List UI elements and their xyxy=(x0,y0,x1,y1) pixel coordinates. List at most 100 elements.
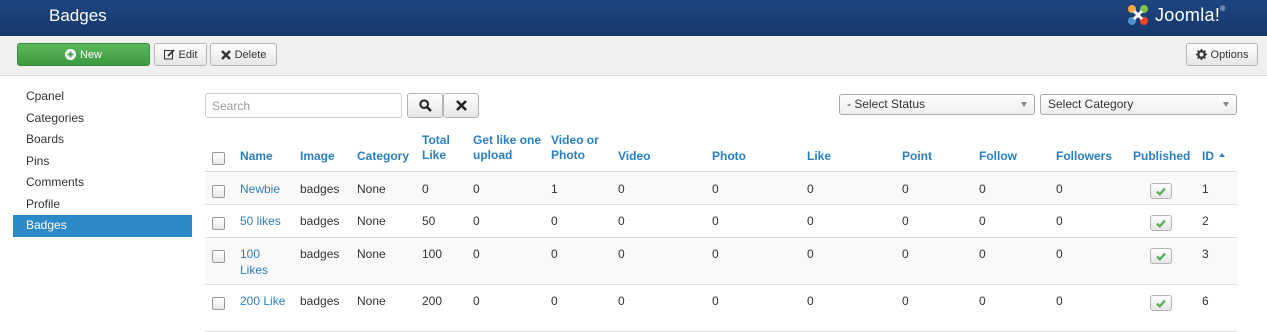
cell-video-or-photo: 0 xyxy=(551,247,558,261)
logo-text: Joomla! xyxy=(1155,4,1221,25)
column-header-get-like-one-upload[interactable]: Get like one upload xyxy=(473,133,545,163)
cell-total-like: 0 xyxy=(422,182,429,196)
pencil-square-icon xyxy=(163,49,175,60)
column-header-label: Followers xyxy=(1056,149,1113,163)
column-header-label: Like xyxy=(807,149,832,163)
cell-like: 0 xyxy=(807,247,814,261)
column-header-category[interactable]: Category xyxy=(357,149,419,164)
cell-follow: 0 xyxy=(979,182,986,196)
new-button[interactable]: New xyxy=(17,43,150,66)
column-header-total-like[interactable]: Total Like xyxy=(422,133,462,163)
published-toggle-button[interactable] xyxy=(1150,295,1172,311)
column-header-name[interactable]: Name xyxy=(240,149,273,164)
badge-name-link[interactable]: 50 likes xyxy=(240,213,290,229)
cell-video-or-photo: 0 xyxy=(551,294,558,308)
x-icon xyxy=(455,100,467,111)
edit-button-label: Edit xyxy=(178,48,198,61)
delete-button[interactable]: Delete xyxy=(210,43,277,66)
column-header-id[interactable]: ID xyxy=(1202,149,1225,164)
column-header-label: Category xyxy=(357,149,410,163)
search-input[interactable] xyxy=(205,93,402,118)
published-toggle-button[interactable] xyxy=(1150,248,1172,264)
column-header-published[interactable]: Published xyxy=(1133,149,1190,164)
cell-get-like-one-upload: 0 xyxy=(473,247,480,261)
column-header-point[interactable]: Point xyxy=(902,149,932,164)
cell-get-like-one-upload: 0 xyxy=(473,182,480,196)
cell-photo: 0 xyxy=(712,294,719,308)
options-button[interactable]: Options xyxy=(1186,43,1258,66)
select-all-checkbox[interactable] xyxy=(212,152,225,165)
cell-total-like: 200 xyxy=(422,294,443,308)
table-header: Name Image Category Total Like Get like one … xyxy=(205,130,1237,172)
row-checkbox[interactable] xyxy=(212,185,225,198)
new-button-label: New xyxy=(79,48,102,61)
table-row: 200 Like badges None 200 0 0 0 0 0 0 0 0 6 xyxy=(205,285,1237,332)
row-checkbox[interactable] xyxy=(212,297,225,310)
cell-like: 0 xyxy=(807,182,814,196)
cell-get-like-one-upload: 0 xyxy=(473,294,480,308)
x-icon xyxy=(220,49,231,60)
cell-total-like: 100 xyxy=(422,247,443,261)
column-header-photo[interactable]: Photo xyxy=(712,149,746,164)
sidebar-item-badges[interactable]: Badges xyxy=(13,215,192,237)
cell-followers: 0 xyxy=(1056,182,1063,196)
cell-point: 0 xyxy=(902,182,909,196)
clear-search-button[interactable] xyxy=(443,93,479,118)
badge-name-link[interactable]: 100 Likes xyxy=(240,246,290,278)
column-header-label: ID xyxy=(1202,149,1214,163)
column-header-image[interactable]: Image xyxy=(300,149,335,164)
cell-photo: 0 xyxy=(712,182,719,196)
joomla-logo-icon xyxy=(1128,5,1148,25)
column-header-video[interactable]: Video xyxy=(618,149,650,164)
column-header-follow[interactable]: Follow xyxy=(979,149,1017,164)
cell-total-like: 50 xyxy=(422,214,436,228)
cell-id: 1 xyxy=(1202,182,1209,196)
column-header-label: Published xyxy=(1133,149,1191,163)
category-filter-select[interactable]: Select Category xyxy=(1040,94,1237,115)
cell-photo: 0 xyxy=(712,214,719,228)
cell-image: badges xyxy=(300,182,340,196)
sidebar: Cpanel Categories Boards Pins Comments Profil… xyxy=(13,86,192,237)
sidebar-item-profile[interactable]: Profile xyxy=(13,194,192,216)
published-toggle-button[interactable] xyxy=(1150,215,1172,231)
table-row: 50 likes badges None 50 0 0 0 0 0 0 0 0 2 xyxy=(205,205,1237,238)
app-header: Badges Joomla! ® xyxy=(0,0,1267,36)
cell-video: 0 xyxy=(618,294,625,308)
cell-photo: 0 xyxy=(712,247,719,261)
cell-video-or-photo: 1 xyxy=(551,182,558,196)
gear-icon xyxy=(1195,49,1207,60)
row-checkbox[interactable] xyxy=(212,217,225,230)
sidebar-item-categories[interactable]: Categories xyxy=(13,108,192,130)
row-checkbox[interactable] xyxy=(212,250,225,263)
badge-name-link[interactable]: 200 Like xyxy=(240,293,290,309)
options-button-label: Options xyxy=(1210,48,1249,61)
column-header-label: Total Like xyxy=(422,133,450,162)
cell-point: 0 xyxy=(902,214,909,228)
cell-video-or-photo: 0 xyxy=(551,214,558,228)
search-button[interactable] xyxy=(407,93,443,118)
cell-image: badges xyxy=(300,214,340,228)
cell-get-like-one-upload: 0 xyxy=(473,214,480,228)
column-header-video-or-photo[interactable]: Video or Photo xyxy=(551,133,611,163)
cell-video: 0 xyxy=(618,214,625,228)
column-header-like[interactable]: Like xyxy=(807,149,831,164)
sidebar-item-cpanel[interactable]: Cpanel xyxy=(13,86,192,108)
check-icon xyxy=(1156,219,1166,228)
cell-followers: 0 xyxy=(1056,247,1063,261)
joomla-logo[interactable]: Joomla! ® xyxy=(1125,2,1225,28)
sidebar-item-pins[interactable]: Pins xyxy=(13,151,192,173)
toolbar: New Edit Delete Options xyxy=(0,36,1267,76)
column-header-followers[interactable]: Followers xyxy=(1056,149,1112,164)
column-header-label: Image xyxy=(300,149,335,163)
status-filter-select[interactable]: - Select Status xyxy=(839,94,1035,115)
cell-follow: 0 xyxy=(979,214,986,228)
cell-id: 2 xyxy=(1202,214,1209,228)
badge-name-link[interactable]: Newbie xyxy=(240,181,290,197)
cell-like: 0 xyxy=(807,214,814,228)
edit-button[interactable]: Edit xyxy=(154,43,207,66)
plus-circle-icon xyxy=(64,49,76,60)
sidebar-item-boards[interactable]: Boards xyxy=(13,129,192,151)
check-icon xyxy=(1156,187,1166,196)
published-toggle-button[interactable] xyxy=(1150,183,1172,199)
sidebar-item-comments[interactable]: Comments xyxy=(13,172,192,194)
